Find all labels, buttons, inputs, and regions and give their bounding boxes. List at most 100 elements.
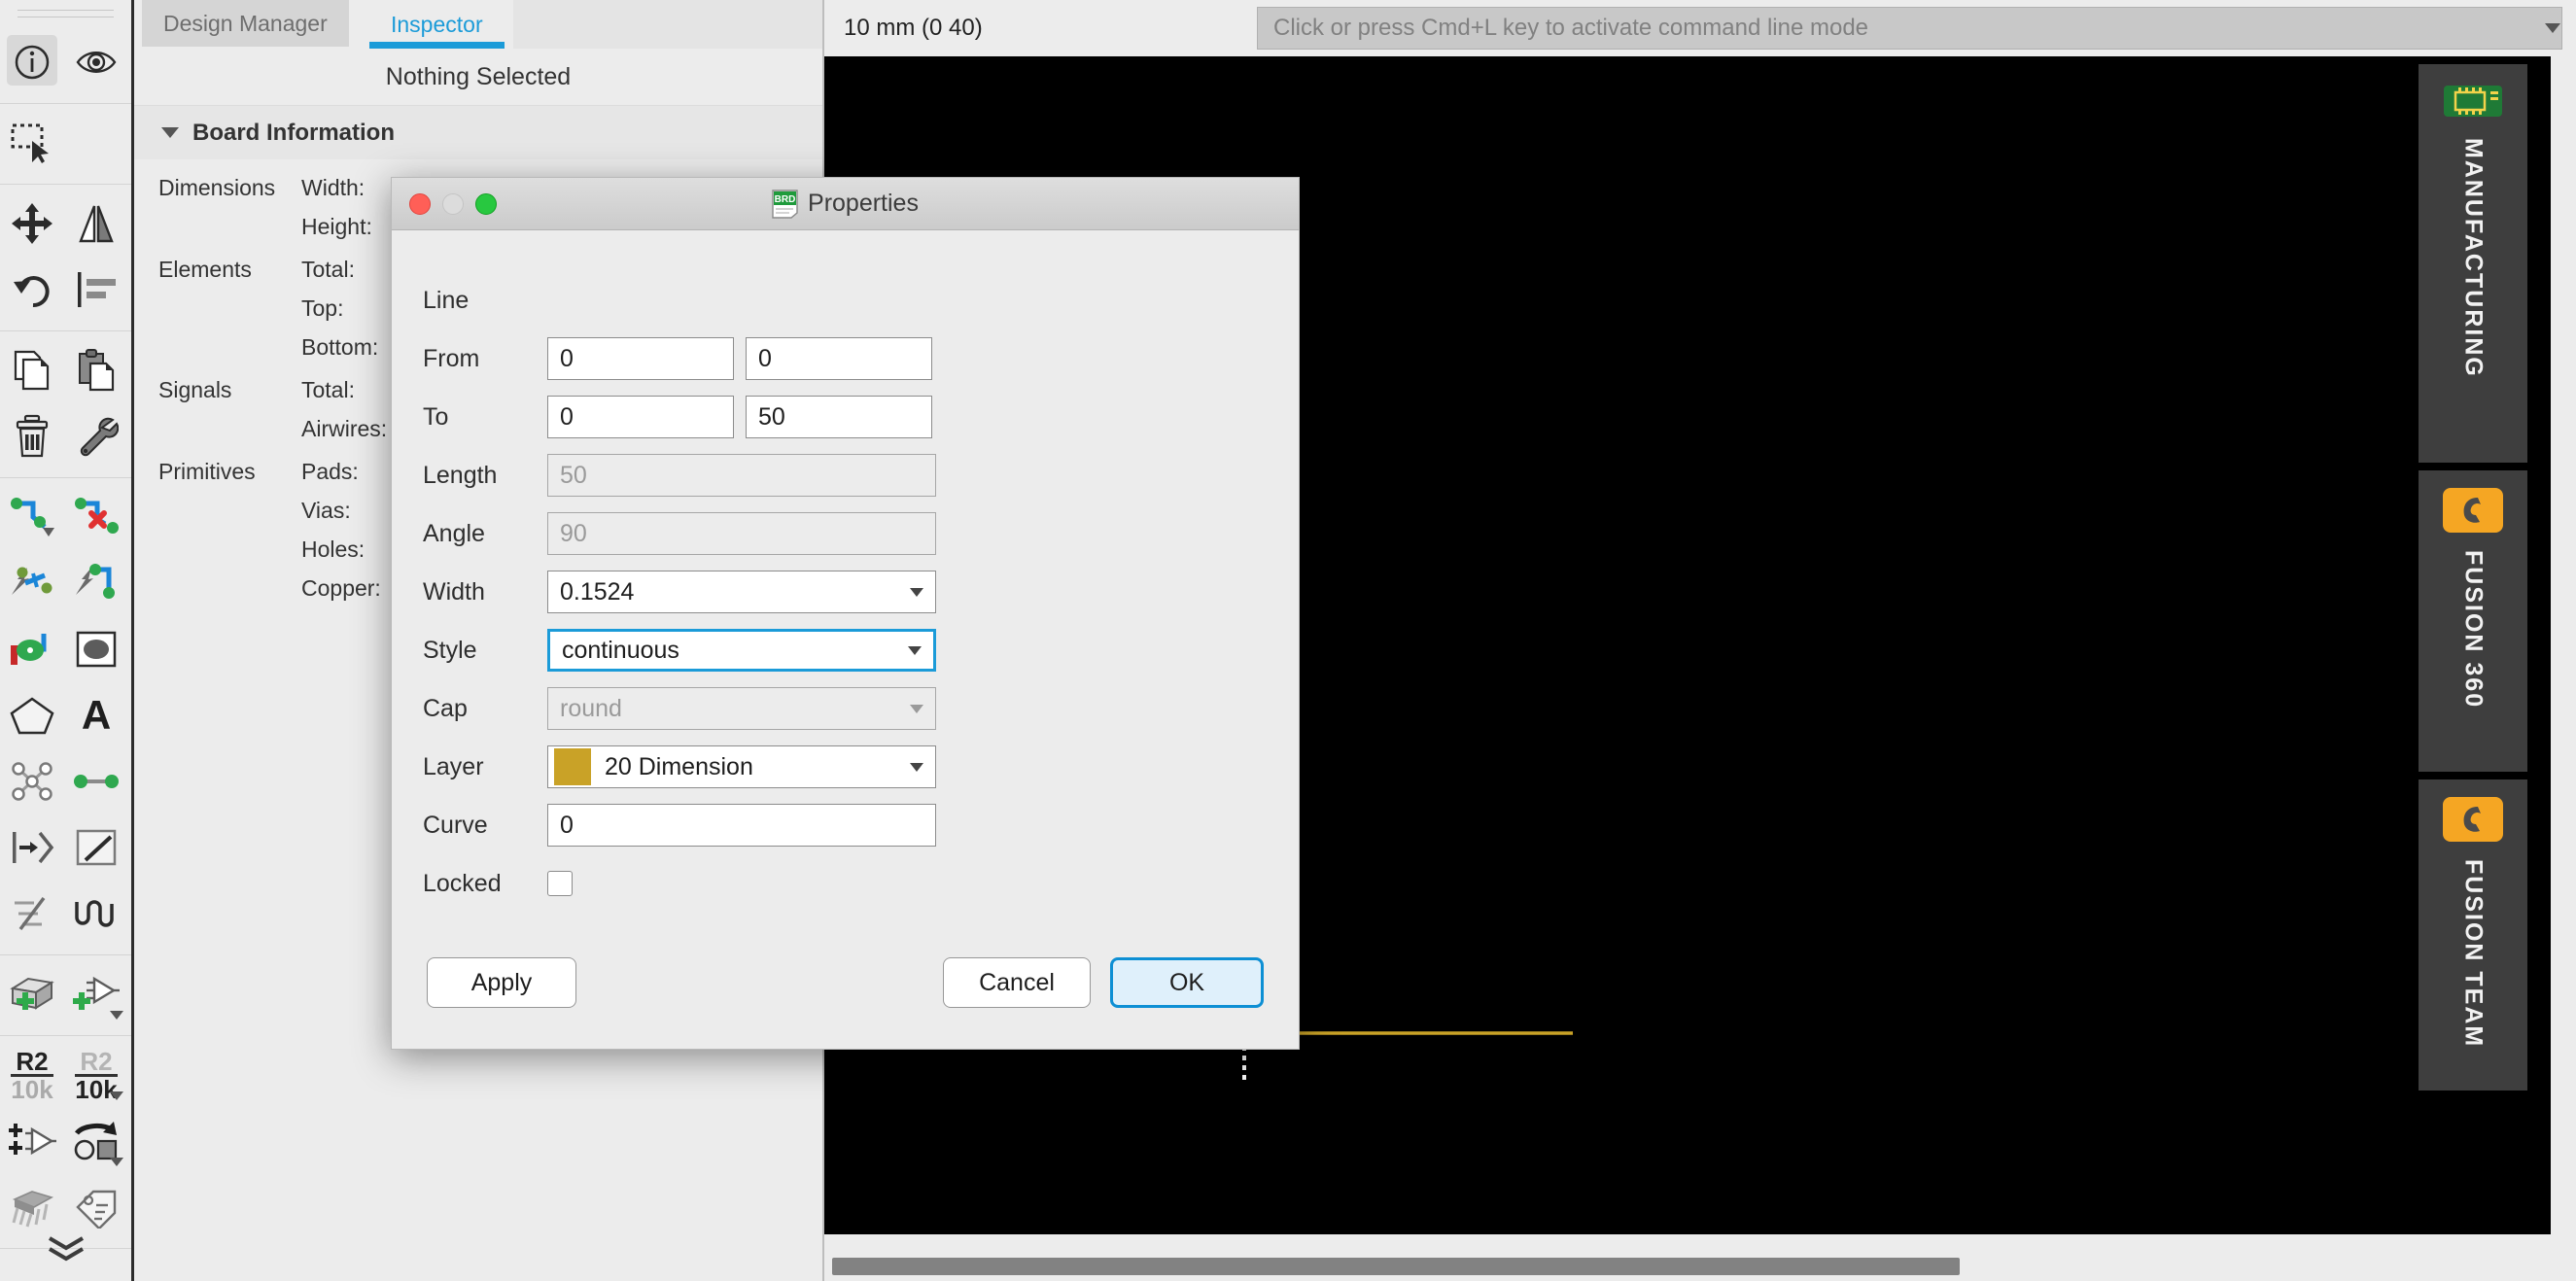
chevron-down-icon[interactable] xyxy=(110,1011,123,1020)
line-button[interactable] xyxy=(64,814,128,881)
angle-value: 90 xyxy=(560,520,587,548)
mirror-icon xyxy=(75,202,118,245)
board-information-header[interactable]: Board Information xyxy=(134,105,822,159)
autoroute-button[interactable] xyxy=(0,550,64,616)
field-row-cap: Cap round xyxy=(392,679,1299,738)
field-row-locked: Locked xyxy=(392,854,1299,913)
tab-inspector-label: Inspector xyxy=(391,12,483,38)
empty-slot xyxy=(64,110,128,176)
tab-design-manager[interactable]: Design Manager xyxy=(142,0,349,47)
package-button[interactable] xyxy=(0,1174,64,1240)
properties-dialog: BRD Properties Line From 0 xyxy=(391,177,1300,1050)
layer-color-swatch xyxy=(554,748,591,785)
copy-button[interactable] xyxy=(0,337,64,403)
rotate-button[interactable] xyxy=(0,257,64,323)
align-button[interactable] xyxy=(64,257,128,323)
info-icon-button[interactable] xyxy=(0,29,64,95)
change-button[interactable] xyxy=(64,403,128,469)
dialog-title: BRD Properties xyxy=(392,190,1299,219)
show-value-button[interactable]: R210k xyxy=(64,1042,128,1108)
wave-button[interactable] xyxy=(64,881,128,947)
route-track-icon xyxy=(8,496,56,538)
wave-icon xyxy=(72,896,121,931)
text-button[interactable]: A xyxy=(64,682,128,748)
mirror-button[interactable] xyxy=(64,190,128,257)
dimension-button[interactable] xyxy=(0,814,64,881)
add-gates-icon xyxy=(7,1120,57,1162)
add-gates-button[interactable] xyxy=(0,1108,64,1174)
paste-icon xyxy=(75,348,118,393)
via-button[interactable] xyxy=(0,616,64,682)
apply-button-label: Apply xyxy=(471,969,533,997)
route-airwire-button[interactable] xyxy=(64,550,128,616)
layer-value: 20 Dimension xyxy=(605,753,753,781)
route-track-button[interactable] xyxy=(0,484,64,550)
add-part-button[interactable] xyxy=(64,961,128,1027)
selection-status: Nothing Selected xyxy=(134,49,822,105)
group-label: Dimensions xyxy=(134,175,301,253)
to-y-value: 50 xyxy=(758,403,785,432)
svg-text:BRD: BRD xyxy=(775,194,796,205)
pcb-chip-icon xyxy=(2442,82,2504,121)
chevron-down-icon xyxy=(910,705,923,713)
dialog-body: Line From 0 0 To 0 50 xyxy=(392,230,1299,913)
toolbar-group-edit xyxy=(0,331,131,478)
right-tile-fusion-team[interactable]: FUSION TEAM xyxy=(2419,779,2527,1091)
chevron-down-icon[interactable] xyxy=(908,646,922,655)
horizontal-scrollbar[interactable] xyxy=(824,1252,2576,1281)
polygon-pour-button[interactable] xyxy=(64,616,128,682)
chevron-down-icon[interactable] xyxy=(2545,23,2560,33)
vertical-scrollbar[interactable] xyxy=(2551,56,2576,1234)
cancel-button[interactable]: Cancel xyxy=(943,957,1091,1008)
attribute-button[interactable] xyxy=(64,1174,128,1240)
layer-combobox[interactable]: 20 Dimension xyxy=(547,745,936,788)
dialog-title-text: Properties xyxy=(808,190,919,218)
add-package-button[interactable] xyxy=(0,961,64,1027)
move-icon xyxy=(10,201,54,246)
move-button[interactable] xyxy=(0,190,64,257)
paste-button[interactable] xyxy=(64,337,128,403)
tab-design-manager-label: Design Manager xyxy=(163,11,328,37)
width-combobox[interactable]: 0.1524 xyxy=(547,571,936,613)
chevron-down-icon[interactable] xyxy=(910,763,923,772)
to-y-input[interactable]: 50 xyxy=(746,396,932,438)
net-button[interactable] xyxy=(64,748,128,814)
chevron-down-icon[interactable] xyxy=(110,1091,123,1100)
style-combobox[interactable]: continuous xyxy=(547,629,936,672)
replace-button[interactable] xyxy=(64,1108,128,1174)
right-tile-manufacturing[interactable]: MANUFACTURING xyxy=(2419,64,2527,463)
right-tile-fusion-360[interactable]: FUSION 360 xyxy=(2419,470,2527,772)
locked-checkbox[interactable] xyxy=(547,871,573,896)
tab-inspector[interactable]: Inspector xyxy=(369,0,505,49)
field-row-to: To 0 50 xyxy=(392,388,1299,446)
apply-button[interactable]: Apply xyxy=(427,957,576,1008)
command-line-input[interactable]: Click or press Cmd+L key to activate com… xyxy=(1257,7,2562,50)
field-row-from: From 0 0 xyxy=(392,329,1299,388)
add-part-icon xyxy=(71,973,122,1016)
chevron-down-icon[interactable] xyxy=(110,1158,123,1166)
from-y-input[interactable]: 0 xyxy=(746,337,932,380)
grid-readout: 10 mm (0 40) xyxy=(824,15,1257,42)
brd-file-icon: BRD xyxy=(772,190,798,219)
array-button[interactable] xyxy=(0,881,64,947)
curve-input[interactable]: 0 xyxy=(547,804,936,847)
delete-button[interactable] xyxy=(0,403,64,469)
field-row-length: Length 50 xyxy=(392,446,1299,504)
from-x-input[interactable]: 0 xyxy=(547,337,734,380)
scrollbar-thumb[interactable] xyxy=(832,1258,1960,1275)
ripup-button[interactable] xyxy=(64,484,128,550)
dimension-icon xyxy=(9,826,55,869)
cancel-button-label: Cancel xyxy=(979,969,1055,997)
ok-button[interactable]: OK xyxy=(1110,957,1264,1008)
dialog-title-bar[interactable]: BRD Properties xyxy=(392,178,1299,230)
visibility-button[interactable] xyxy=(64,29,128,95)
to-x-input[interactable]: 0 xyxy=(547,396,734,438)
show-name-button[interactable]: R210k xyxy=(0,1042,64,1108)
polygon-button[interactable] xyxy=(0,682,64,748)
toolbar-drag-grip[interactable] xyxy=(0,0,131,17)
toolbar-expand-button[interactable] xyxy=(0,1234,131,1264)
chevron-down-icon[interactable] xyxy=(910,588,923,597)
chevron-down-icon[interactable] xyxy=(161,127,179,138)
marquee-select-button[interactable] xyxy=(0,110,64,176)
ratsnest-button[interactable] xyxy=(0,748,64,814)
